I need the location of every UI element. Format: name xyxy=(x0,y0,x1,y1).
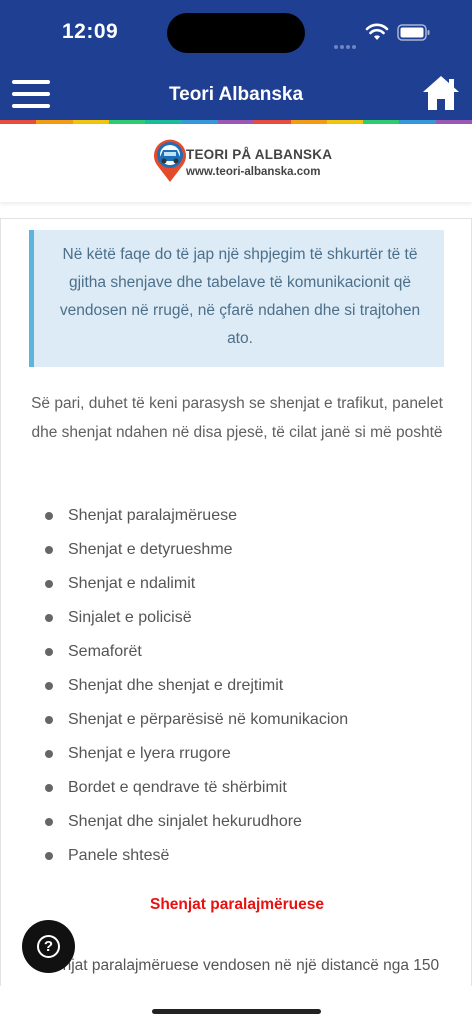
page-title: Teori Albanska xyxy=(168,84,304,105)
logo-banner: TEORI PÅ ALBANSKA www.teori-albanska.com xyxy=(0,124,472,202)
wifi-icon xyxy=(365,23,389,40)
home-indicator[interactable] xyxy=(152,1009,321,1014)
list-item: Shenjat e lyera rrugore xyxy=(45,740,348,774)
status-bar: 12:09 xyxy=(0,0,472,66)
content-card: Në këtë faqe do të jap një shpjegim të s… xyxy=(0,218,472,998)
list-item: Bordet e qendrave të shërbimit xyxy=(45,774,348,808)
cellular-icon xyxy=(334,36,358,54)
list-item: Panele shtesë xyxy=(45,842,348,876)
app-navbar: Teori Albanska xyxy=(0,66,472,120)
help-button[interactable]: ? xyxy=(22,920,75,973)
paragraph-line: Shenjat paralajmëruese vendosen në një d… xyxy=(35,957,440,974)
list-item: Shenjat e detyrueshme xyxy=(45,536,348,570)
logo-title: TEORI PÅ ALBANSKA xyxy=(186,147,333,162)
car-pin-logo-icon xyxy=(154,139,186,182)
dynamic-island xyxy=(167,13,305,53)
list-item: Shenjat paralajmëruese xyxy=(45,502,348,536)
home-icon[interactable] xyxy=(421,74,461,112)
logo-url: www.teori-albanska.com xyxy=(186,166,321,178)
list-item: Shenjat dhe shenjat e drejtimit xyxy=(45,672,348,706)
bottom-safe-area xyxy=(0,986,472,1024)
sign-category-list: Shenjat paralajmëruese Shenjat e detyrues… xyxy=(45,502,348,876)
list-item: Shenjat e ndalimit xyxy=(45,570,348,604)
intro-paragraph: Së pari, duhet të keni parasysh se shenj… xyxy=(31,395,443,441)
list-item: Shenjat dhe sinjalet hekurudhore xyxy=(45,808,348,842)
help-question-icon: ? xyxy=(37,935,60,958)
list-item: Sinjalet e policisë xyxy=(45,604,348,638)
list-item: Shenjat e përparësisë në komunikacion xyxy=(45,706,348,740)
info-callout: Në këtë faqe do të jap një shpjegim të s… xyxy=(29,230,444,367)
section-heading: Shenjat paralajmëruese xyxy=(149,896,325,913)
list-item: Semaforët xyxy=(45,638,348,672)
status-time: 12:09 xyxy=(62,20,119,43)
battery-icon xyxy=(397,24,430,41)
